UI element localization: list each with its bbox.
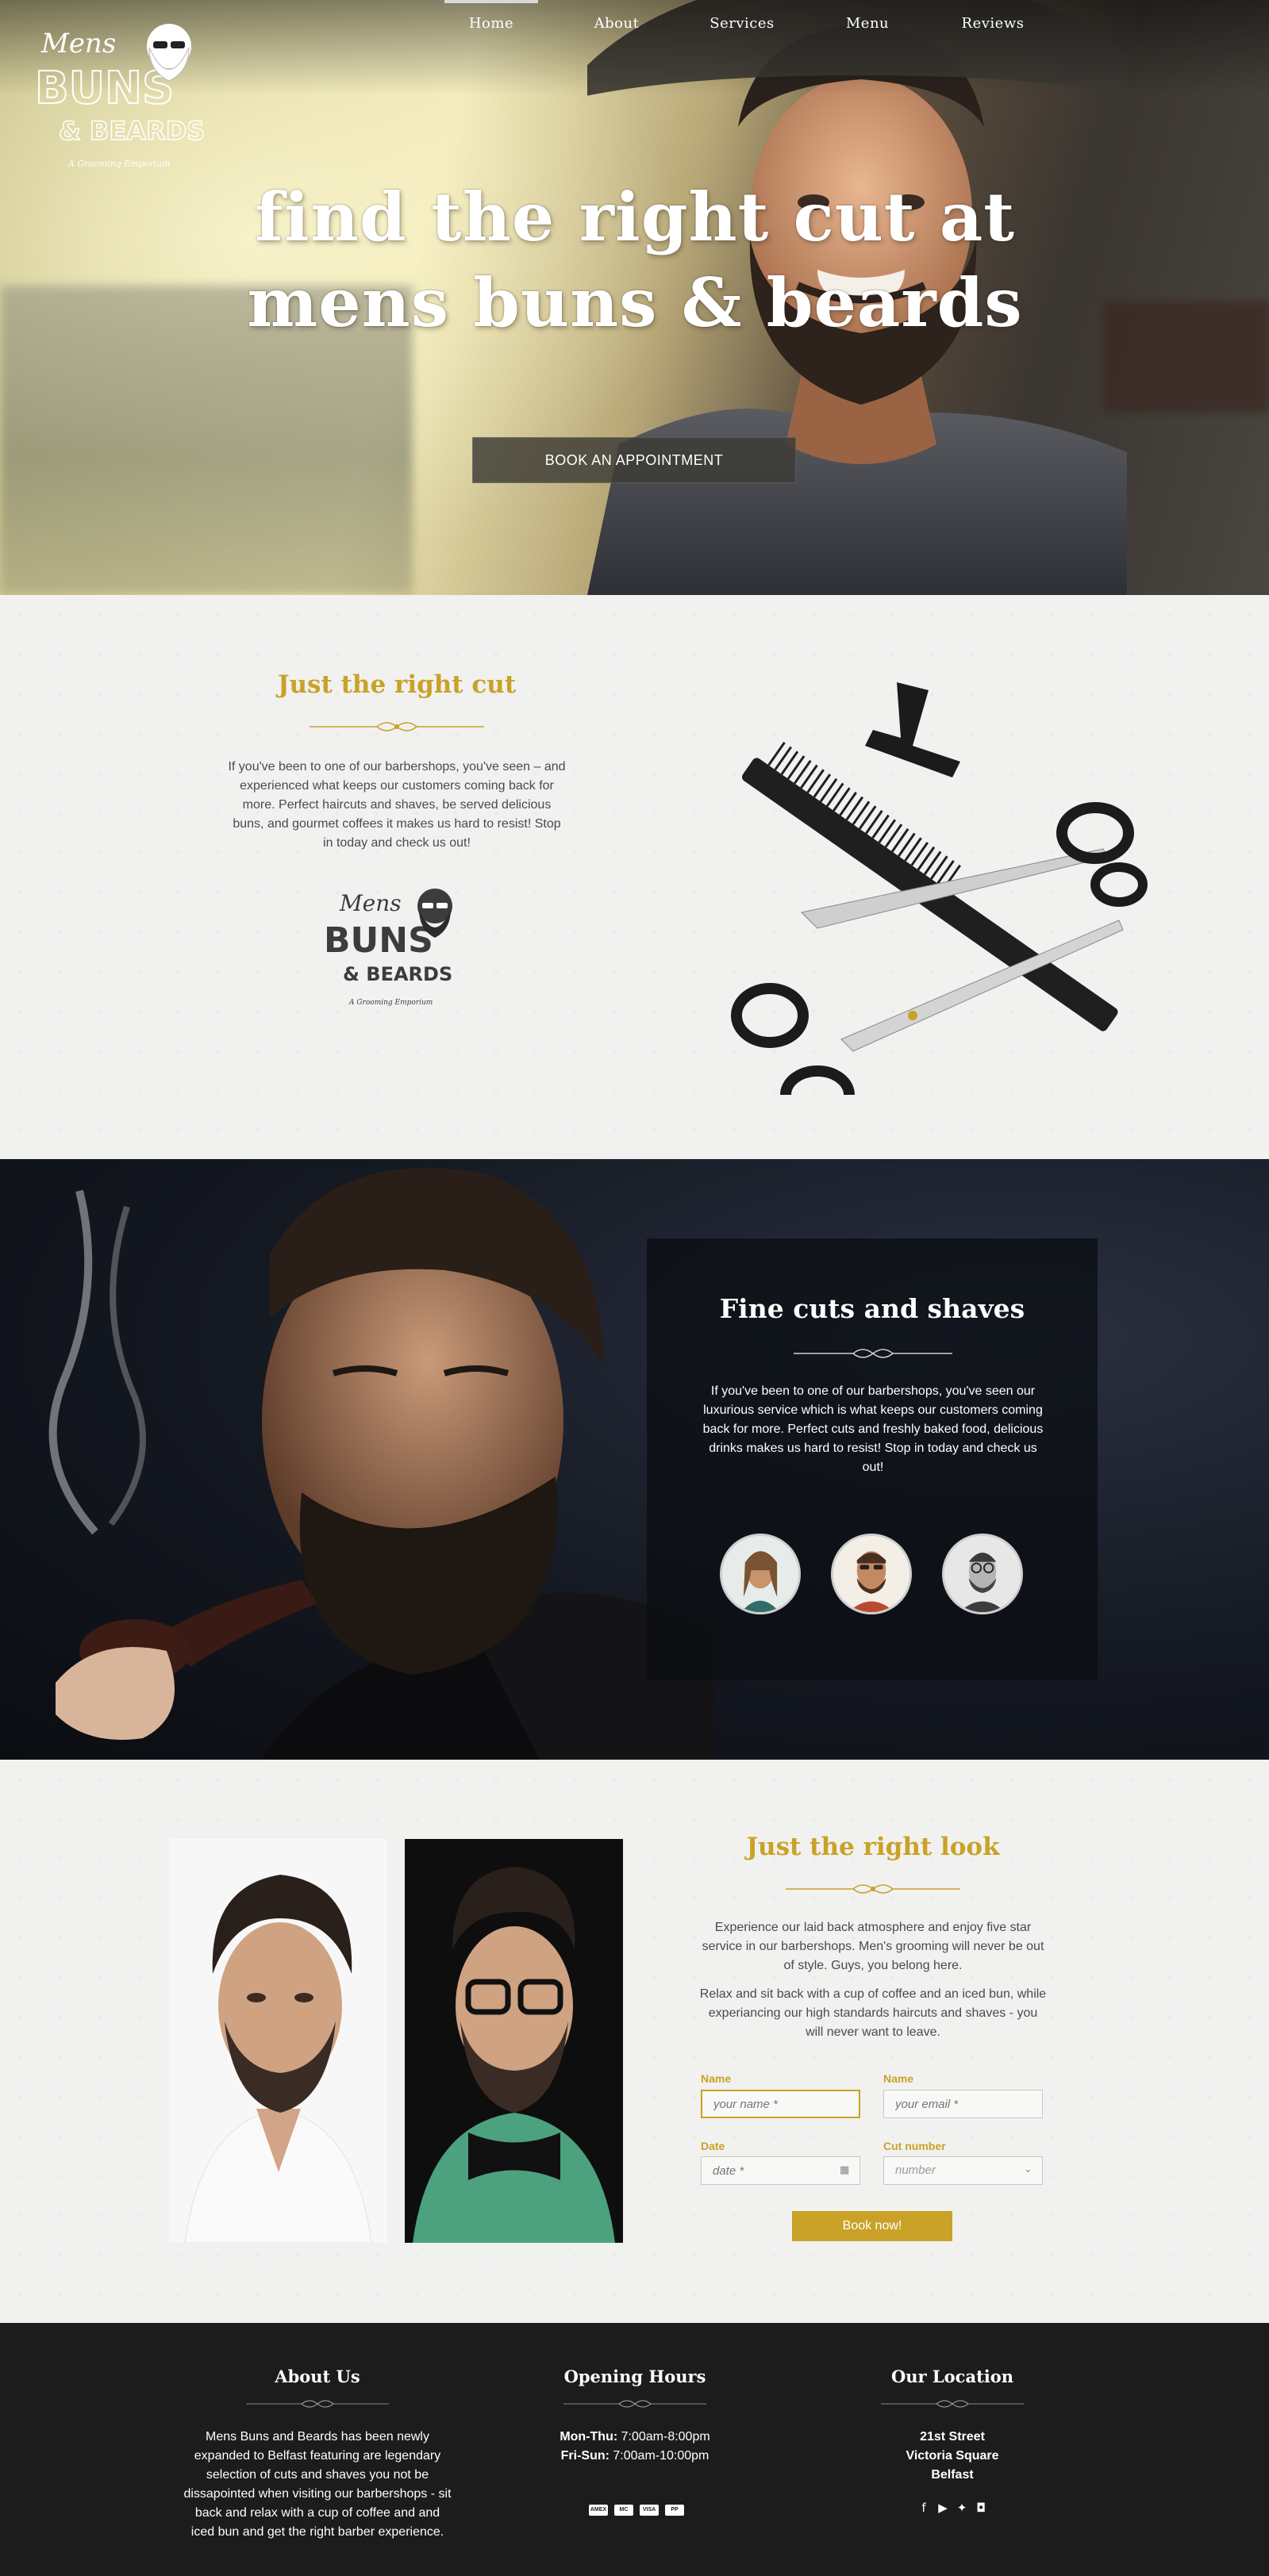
address-line-1: 21st Street bbox=[920, 2430, 985, 2444]
model-photo-2-image bbox=[405, 1839, 623, 2243]
cut-number-select[interactable]: number bbox=[883, 2156, 1043, 2185]
mastercard-icon: MC bbox=[614, 2505, 633, 2516]
stylist-avatar-2[interactable] bbox=[831, 1534, 912, 1614]
fine-cuts-heading: Fine cuts and shaves bbox=[719, 1293, 1025, 1324]
footer-address: 21st Street Victoria Square Belfast bbox=[817, 2428, 1087, 2485]
instagram-icon[interactable]: ◘ bbox=[974, 2501, 988, 2515]
footer-about-text: Mens Buns and Beards has been newly expa… bbox=[183, 2430, 452, 2539]
bearded-man-pipe-image bbox=[48, 1168, 714, 1760]
nav-item-menu[interactable]: Menu bbox=[805, 0, 930, 56]
chevron-down-icon[interactable]: ⌄ bbox=[1024, 2163, 1033, 2175]
footer-about-title: About Us bbox=[275, 2367, 360, 2386]
name-label: Name bbox=[701, 2072, 732, 2085]
stylist-avatar-1-photo bbox=[722, 1536, 798, 1612]
brand-logo-dark: Mens BUNS & BEARDS A Grooming Emporium bbox=[324, 889, 452, 1007]
hero-section: Mens BUNS & BEARDS A Grooming Emporium H… bbox=[0, 0, 1269, 595]
cut-number-label: Cut number bbox=[883, 2140, 946, 2152]
logo-tagline: A Grooming Emporium bbox=[67, 159, 171, 169]
hero-background-shape bbox=[1103, 301, 1269, 413]
model-photo-2 bbox=[405, 1839, 623, 2243]
amex-icon: AMEX bbox=[589, 2505, 608, 2516]
name-input[interactable] bbox=[701, 2090, 860, 2118]
nav-item-home[interactable]: Home bbox=[429, 0, 554, 56]
fine-cuts-section bbox=[0, 1159, 1269, 1760]
logo-text-mens: Mens bbox=[40, 28, 116, 60]
footer-hours-list: Mon-Thu: 7:00am-8:00pm Fri-Sun: 7:00am-1… bbox=[500, 2428, 770, 2466]
visa-icon: VISA bbox=[640, 2505, 659, 2516]
stylist-avatar-2-photo bbox=[833, 1536, 909, 1612]
footer-hours-title: Opening Hours bbox=[563, 2367, 706, 2386]
stylist-avatar-3[interactable] bbox=[942, 1534, 1023, 1614]
logo-dark-buns: BUNS bbox=[324, 920, 433, 961]
footer-divider-hours bbox=[563, 2400, 706, 2408]
logo-dark-mens: Mens bbox=[339, 890, 402, 916]
twitter-icon[interactable]: ✦ bbox=[955, 2501, 969, 2515]
logo-text-buns: BUNS bbox=[35, 63, 174, 114]
nav-item-reviews[interactable]: Reviews bbox=[930, 0, 1056, 56]
model-photo-1-image bbox=[169, 1839, 387, 2243]
scissors-and-comb-image bbox=[731, 682, 1148, 1095]
calendar-icon[interactable]: ▦ bbox=[840, 2164, 849, 2176]
paypal-icon: PP bbox=[665, 2505, 684, 2516]
ornament-divider-2 bbox=[786, 1884, 960, 1894]
address-line-3: Belfast bbox=[931, 2468, 974, 2482]
fine-cuts-body: If you've been to one of our barbershops… bbox=[702, 1384, 1044, 1474]
facebook-icon[interactable]: f bbox=[917, 2501, 931, 2515]
email-label: Name bbox=[883, 2072, 914, 2085]
right-cut-body: If you've been to one of our barbershops… bbox=[228, 760, 566, 850]
nav-item-services[interactable]: Services bbox=[679, 0, 805, 56]
footer-location-title: Our Location bbox=[890, 2367, 1014, 2386]
youtube-icon[interactable]: ▶ bbox=[936, 2501, 950, 2515]
book-now-button[interactable]: Book now! bbox=[792, 2211, 952, 2241]
hours-row-weekday: Mon-Thu: 7:00am-8:00pm bbox=[560, 2430, 710, 2444]
brand-logo[interactable]: Mens BUNS & BEARDS A Grooming Emporium bbox=[30, 16, 205, 182]
hero-title-line2: mens buns & beards bbox=[247, 263, 1023, 342]
ornament-divider bbox=[310, 722, 484, 731]
date-input[interactable] bbox=[701, 2156, 860, 2185]
stylist-avatar-3-photo bbox=[944, 1536, 1021, 1612]
right-cut-heading: Just the right cut bbox=[277, 670, 517, 699]
hero-title: find the right cut at mens buns & beards bbox=[230, 175, 1040, 346]
footer-divider-location bbox=[881, 2400, 1024, 2408]
address-line-2: Victoria Square bbox=[906, 2449, 999, 2463]
book-appointment-button[interactable]: BOOK AN APPOINTMENT bbox=[472, 437, 796, 483]
logo-dark-beards: & BEARDS bbox=[343, 963, 452, 985]
hero-title-line1: find the right cut at bbox=[254, 178, 1016, 256]
logo-dark-tagline: A Grooming Emporium bbox=[348, 999, 433, 1007]
right-look-para1: Experience our laid back atmosphere and … bbox=[702, 1921, 1044, 1972]
nav-item-about[interactable]: About bbox=[554, 0, 679, 56]
footer-divider-about bbox=[246, 2400, 389, 2408]
hours-row-weekend: Fri-Sun: 7:00am-10:00pm bbox=[560, 2449, 709, 2463]
main-nav: Home About Services Menu Reviews bbox=[429, 0, 1056, 56]
right-look-heading: Just the right look bbox=[746, 1833, 1000, 1861]
stylist-avatar-1[interactable] bbox=[720, 1534, 801, 1614]
model-photo-1 bbox=[169, 1839, 387, 2243]
email-input[interactable] bbox=[883, 2090, 1043, 2118]
ornament-divider-light bbox=[794, 1349, 952, 1358]
logo-text-beards: & BEARDS bbox=[59, 116, 205, 146]
right-look-para2: Relax and sit back with a cup of coffee … bbox=[699, 1987, 1047, 2039]
cut-number-value: number bbox=[895, 2163, 936, 2177]
date-label: Date bbox=[701, 2140, 725, 2152]
